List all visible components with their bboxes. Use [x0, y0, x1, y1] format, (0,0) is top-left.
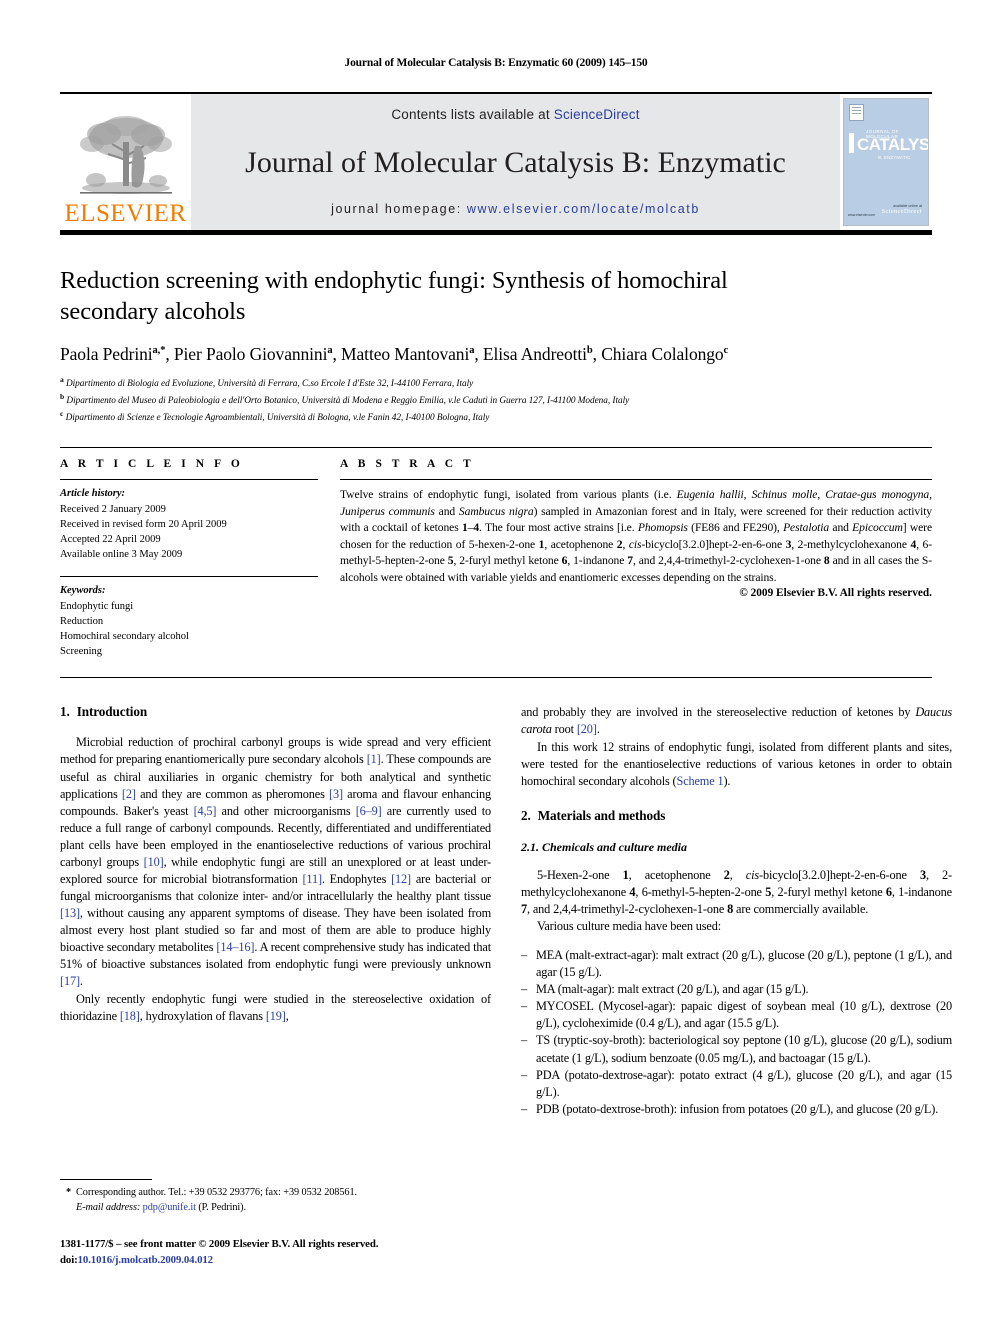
- article-info-heading: A R T I C L E I N F O: [60, 458, 244, 471]
- subsection-title: Chemicals and culture media: [542, 839, 688, 854]
- culture-media-list: MEA (malt-extract-agar): malt extract (2…: [521, 947, 952, 1118]
- history-item: Received in revised form 20 April 2009: [60, 518, 227, 530]
- keyword-item: Homochiral secondary alcohol: [60, 631, 189, 643]
- affiliation-text: Dipartimento di Biologia ed Evoluzione, …: [65, 378, 474, 389]
- abstract-copyright: © 2009 Elsevier B.V. All rights reserved…: [739, 587, 932, 600]
- cover-sciencedirect-brand: ScienceDirect: [881, 208, 922, 215]
- subsection-heading-chemicals: 2.1. Chemicals and culture media: [521, 840, 952, 855]
- cover-side-bar: [849, 133, 854, 153]
- corresponding-text: Corresponding author. Tel.: +39 0532 293…: [76, 1186, 357, 1198]
- abstract-heading: A B S T R A C T: [340, 458, 475, 471]
- sciencedirect-link[interactable]: ScienceDirect: [554, 107, 640, 122]
- email-note: E-mail address: pdp@unife.it (P. Pedrini…: [60, 1201, 491, 1216]
- affiliation-marker: b: [60, 391, 65, 401]
- abstract-column: A B S T R A C T Twelve strains of endoph…: [340, 458, 932, 659]
- journal-homepage-line: journal homepage: www.elsevier.com/locat…: [331, 202, 700, 216]
- affiliation-marker: a: [60, 374, 64, 384]
- doi-prefix: doi:: [60, 1253, 78, 1266]
- affiliation-item: c Dipartimento di Scienze e Tecnologie A…: [60, 408, 932, 425]
- elsevier-logo: ELSEVIER: [60, 94, 191, 230]
- email-label: E-mail address:: [76, 1201, 141, 1213]
- author-list: Paola Pedrinia,*, Pier Paolo Giovanninia…: [60, 343, 729, 364]
- doi-line: doi:10.1016/j.molcatb.2009.04.012: [60, 1252, 491, 1268]
- history-item: Available online 3 May 2009: [60, 549, 183, 561]
- journal-masthead: ELSEVIER Contents lists available at Sci…: [60, 92, 932, 230]
- doi-link[interactable]: 10.1016/j.molcatb.2009.04.012: [78, 1254, 213, 1266]
- keyword-item: Screening: [60, 646, 102, 658]
- issn-line: 1381-1177/$ – see front matter © 2009 El…: [60, 1237, 379, 1250]
- contents-available-line: Contents lists available at ScienceDirec…: [391, 107, 639, 122]
- article-history-label: Article history:: [60, 488, 126, 500]
- article-history-group: Article history: Received 2 January 2009…: [60, 480, 318, 562]
- article-info-column: A R T I C L E I N F O Article history: R…: [60, 458, 318, 659]
- email-link[interactable]: pdp@unife.it: [143, 1202, 196, 1213]
- list-item: TS (tryptic-soy-broth): bacteriological …: [521, 1032, 952, 1066]
- affiliation-marker: c: [60, 409, 64, 419]
- list-item: PDB (potato-dextrose-broth): infusion fr…: [521, 1101, 952, 1118]
- journal-title: Journal of Molecular Catalysis B: Enzyma…: [245, 145, 786, 179]
- right-column: and probably they are involved in the st…: [521, 704, 952, 1118]
- section-heading-introduction: 1. Introduction: [60, 704, 491, 720]
- intro-paragraph-2-continuation: and probably they are involved in the st…: [521, 705, 952, 737]
- section-number: 1.: [60, 704, 70, 720]
- affiliation-item: a Dipartimento di Biologia ed Evoluzione…: [60, 374, 932, 391]
- section-title: Materials and methods: [537, 807, 666, 823]
- homepage-prefix: journal homepage:: [331, 202, 467, 216]
- cover-corner-mark-icon: [849, 104, 864, 121]
- footnote-rule: [60, 1178, 152, 1180]
- journal-cover-container: JOURNAL OF MOLECULAR CATALYSIS B: ENZYMA…: [840, 94, 932, 230]
- email-suffix: (P. Pedrini).: [198, 1201, 246, 1213]
- cover-bottom-right: available online at ScienceDirect: [882, 204, 922, 215]
- list-item: PDA (potato-dextrose-agar): potato extra…: [521, 1067, 952, 1101]
- list-item: MEA (malt-extract-agar): malt extract (2…: [521, 947, 952, 981]
- affiliation-item: b Dipartimento del Museo di Paleobiologi…: [60, 391, 932, 408]
- list-item: MYCOSEL (Mycosel-agar): papaic digest of…: [521, 998, 952, 1032]
- subsection-number: 2.1.: [521, 839, 539, 854]
- body-columns: 1. Introduction Microbial reduction of pr…: [60, 677, 952, 1118]
- section-title: Introduction: [76, 704, 148, 720]
- info-abstract-row: A R T I C L E I N F O Article history: R…: [60, 447, 932, 659]
- affiliation-list: a Dipartimento di Biologia ed Evoluzione…: [60, 374, 932, 426]
- issn-copyright-block: 1381-1177/$ – see front matter © 2009 El…: [60, 1236, 491, 1268]
- intro-paragraph-1: Microbial reduction of prochiral carbony…: [60, 735, 492, 989]
- journal-cover-thumbnail: JOURNAL OF MOLECULAR CATALYSIS B: ENZYMA…: [843, 98, 929, 226]
- cover-bottom-left-url: www.elsevier.com: [848, 213, 875, 217]
- intro-paragraph-3: In this work 12 strains of endophytic fu…: [521, 739, 952, 788]
- contents-prefix: Contents lists available at: [391, 107, 554, 122]
- keywords-label: Keywords:: [60, 585, 106, 597]
- article-title: Reduction screening with endophytic fung…: [60, 267, 728, 326]
- intro-paragraph-2-part: Only recently endophytic fungi were stud…: [60, 991, 491, 1025]
- section-number: 2.: [521, 807, 531, 823]
- corresponding-author-note: * Corresponding author. Tel.: +39 0532 2…: [60, 1186, 491, 1201]
- affiliation-text: Dipartimento di Scienze e Tecnologie Agr…: [65, 413, 490, 424]
- left-column: 1. Introduction Microbial reduction of pr…: [60, 704, 491, 1117]
- history-item: Received 2 January 2009: [60, 503, 166, 515]
- article-page: Journal of Molecular Catalysis B: Enzyma…: [0, 0, 992, 1323]
- footnote-area: * Corresponding author. Tel.: +39 0532 2…: [60, 1178, 491, 1268]
- elsevier-tree-icon: [74, 112, 178, 200]
- affiliation-text: Dipartimento del Museo di Paleobiologia …: [66, 396, 630, 407]
- keyword-item: Endophytic fungi: [60, 600, 134, 612]
- section-heading-materials: 2. Materials and methods: [521, 808, 952, 824]
- list-item: MA (malt-agar): malt extract (20 g/L), a…: [521, 981, 952, 998]
- chemicals-paragraph: 5-Hexen-2-one 1, acetophenone 2, cis-bic…: [521, 867, 952, 916]
- abstract-body: Twelve strains of endophytic fungi, isol…: [340, 488, 933, 584]
- cover-line-big: CATALYSIS: [857, 135, 929, 154]
- keywords-group: Keywords: Endophytic fungi Reduction Hom…: [60, 577, 318, 659]
- keyword-item: Reduction: [60, 615, 104, 627]
- cover-line-sub: B: ENZYMATIC: [878, 155, 911, 160]
- intro-paragraph-2-left: Only recently endophytic fungi were stud…: [60, 991, 491, 1023]
- title-block: Reduction screening with endophytic fung…: [60, 235, 932, 425]
- running-head: Journal of Molecular Catalysis B: Enzyma…: [344, 57, 648, 69]
- history-item: Accepted 22 April 2009: [60, 534, 161, 546]
- elsevier-wordmark: ELSEVIER: [64, 200, 187, 227]
- masthead-center-panel: Contents lists available at ScienceDirec…: [191, 94, 840, 230]
- culture-media-intro: Various culture media have been used:: [537, 919, 721, 933]
- corresponding-star: *: [66, 1186, 72, 1198]
- homepage-url-link[interactable]: www.elsevier.com/locate/molcatb: [467, 202, 700, 216]
